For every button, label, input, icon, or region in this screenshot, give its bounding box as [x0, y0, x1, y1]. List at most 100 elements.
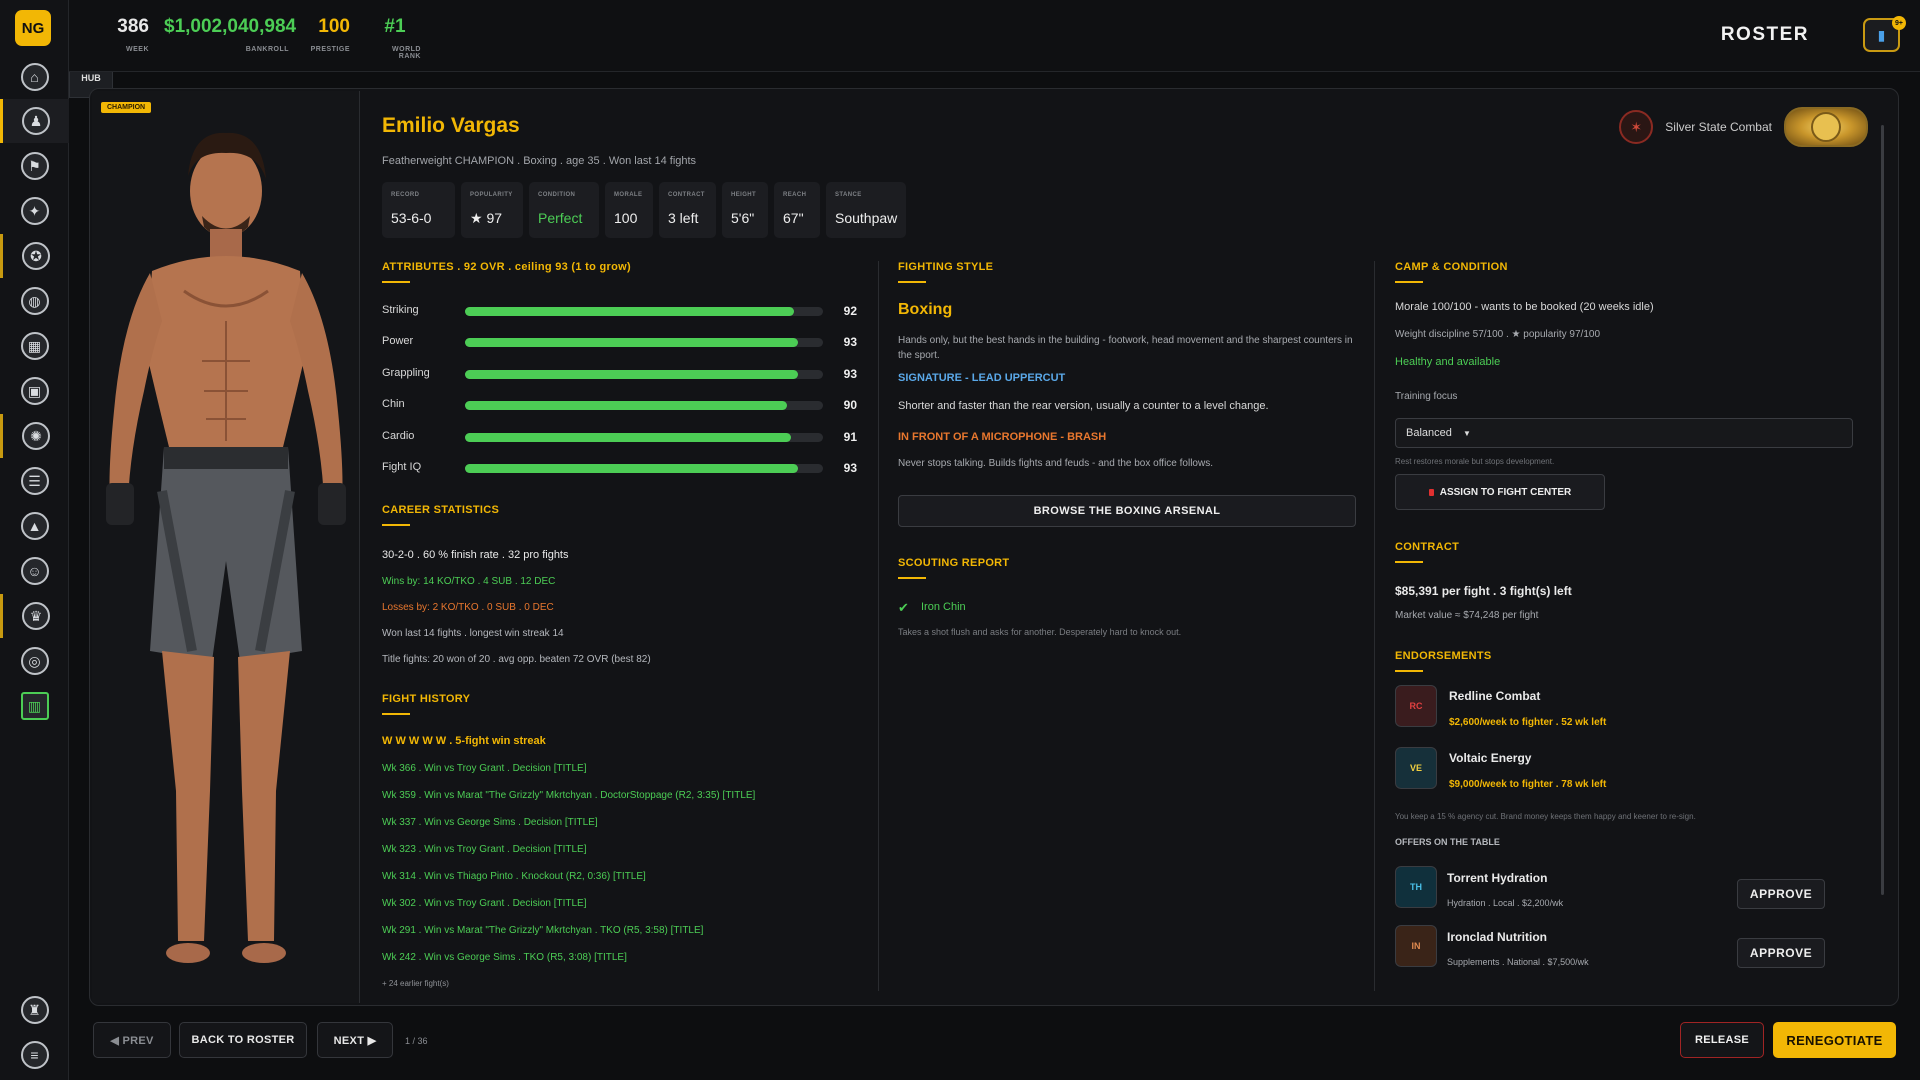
sidebar-item-staff[interactable]: ☺: [0, 549, 69, 593]
sidebar: NG ⌂ ♟ ⚑ ✦ ✪ ◍ ▦ ▣ ✺ ☰ ▲ ☺ ♛ ◎ ▥ ♜ ≡: [0, 0, 69, 1080]
popularity-badge: POPULARITY ★ 97: [461, 182, 523, 238]
media-icon: ▣: [20, 377, 49, 405]
stats-icon: ▲: [20, 512, 49, 540]
fight-history-item[interactable]: Wk 323 . Win vs Troy Grant . Decision [T…: [382, 844, 587, 855]
sidebar-item-facilities[interactable]: ▦: [0, 324, 69, 368]
ironclad-nutrition-logo: IN: [1395, 925, 1437, 967]
history-summary: W W W W W . 5-fight win streak: [382, 735, 546, 747]
endorsement-terms: $9,000/week to fighter . 78 wk left: [1449, 779, 1607, 790]
fighter-icon: ✦: [20, 197, 49, 225]
prev-button[interactable]: ◀ PREV: [93, 1022, 171, 1058]
sidebar-item-media[interactable]: ▣: [0, 369, 69, 413]
career-titles: Title fights: 20 won of 20 . avg opp. be…: [382, 654, 651, 665]
fighter-subtitle: Featherweight CHAMPION . Boxing . age 35…: [382, 155, 697, 167]
attr-striking: Striking 92: [382, 304, 857, 318]
signature-desc: Shorter and faster than the rear version…: [898, 400, 1269, 412]
career-summary: 30-2-0 . 60 % finish rate . 32 pro fight…: [382, 549, 569, 561]
renegotiate-button[interactable]: RENEGOTIATE: [1773, 1022, 1896, 1058]
prestige-stat: 100 PRESTIGE: [310, 16, 350, 53]
records-icon: ◎: [20, 647, 49, 675]
contract-market: Market value ≈ $74,248 per fight: [1395, 610, 1539, 621]
menu-icon: ≡: [20, 1041, 49, 1069]
attr-power: Power 93: [382, 335, 857, 349]
offer-name: Torrent Hydration: [1447, 871, 1548, 885]
fight-history-item[interactable]: Wk 242 . Win vs George Sims . TKO (R5, 3…: [382, 952, 627, 963]
next-button[interactable]: NEXT ▶: [317, 1022, 393, 1058]
sidebar-item-menu[interactable]: ≡: [0, 1033, 69, 1077]
attr-grappling: Grappling 93: [382, 367, 857, 381]
approve-offer-button[interactable]: APPROVE: [1737, 938, 1825, 968]
fight-history-item[interactable]: Wk 291 . Win vs Marat "The Grizzly" Mkrt…: [382, 925, 703, 936]
offer-name: Ironclad Nutrition: [1447, 930, 1547, 944]
career-section: CAREER STATISTICS: [382, 504, 499, 526]
back-to-roster-button[interactable]: BACK TO ROSTER: [179, 1022, 307, 1058]
approve-offer-button[interactable]: APPROVE: [1737, 879, 1825, 909]
app-logo[interactable]: NG: [15, 10, 51, 46]
offer-terms: Supplements . National . $7,500/wk: [1447, 957, 1589, 967]
agency-note: You keep a 15 % agency cut. Brand money …: [1395, 812, 1696, 821]
bankroll-stat: $1,002,040,984 BANKROLL: [164, 16, 297, 53]
sidebar-item-analytics[interactable]: ▥: [0, 684, 69, 728]
record-badge: RECORD 53-6-0: [382, 182, 455, 238]
sidebar-item-gym[interactable]: ⚑: [0, 144, 69, 188]
sidebar-item-office[interactable]: ♜: [0, 988, 69, 1032]
check-icon: ✔: [898, 600, 909, 615]
training-label: Training focus: [1395, 391, 1458, 402]
top-bar: 386 WEEK $1,002,040,984 BANKROLL 100 PRE…: [69, 0, 1920, 72]
trait-title: IN FRONT OF A MICROPHONE - BRASH: [898, 431, 1107, 443]
camp-morale: Morale 100/100 - wants to be booked (20 …: [1395, 301, 1654, 313]
gym-icon: ⚑: [20, 152, 49, 180]
sidebar-item-roster[interactable]: ♟: [0, 99, 69, 143]
fighter-card: CHAMPION Emilio Vargas Featherweight CHA…: [89, 88, 1899, 1006]
redline-combat-logo: RC: [1395, 685, 1437, 727]
scouting-section: SCOUTING REPORT: [898, 557, 1009, 579]
attr-fight-iq: Fight IQ 93: [382, 461, 857, 475]
career-losses: Losses by: 2 KO/TKO . 0 SUB . 0 DEC: [382, 602, 554, 613]
sidebar-item-rankings[interactable]: ☰: [0, 459, 69, 503]
dropdown-caret-icon: ▼: [1462, 429, 1471, 438]
signature-title: SIGNATURE - LEAD UPPERCUT: [898, 372, 1066, 384]
assign-fight-center-button[interactable]: ASSIGN TO FIGHT CENTER: [1395, 474, 1605, 510]
staff-icon: ☺: [20, 557, 49, 585]
offers-title: OFFERS ON THE TABLE: [1395, 837, 1500, 847]
camp-health: Healthy and available: [1395, 356, 1501, 368]
training-focus-select[interactable]: Balanced ▼: [1395, 418, 1853, 448]
roster-icon: ▮: [1877, 26, 1886, 43]
column-divider: [878, 261, 879, 991]
scouting-trait: Iron Chin: [921, 601, 966, 613]
torrent-hydration-logo: TH: [1395, 866, 1437, 908]
sidebar-item-records[interactable]: ◎: [0, 639, 69, 683]
fighter-name: Emilio Vargas: [382, 114, 520, 137]
world-rank-stat: #1 WORLD RANK: [384, 16, 421, 60]
condition-badge: CONDITION Perfect: [529, 182, 599, 238]
attr-chin: Chin 90: [382, 398, 857, 412]
fight-history-item[interactable]: Wk 302 . Win vs Troy Grant . Decision [T…: [382, 898, 587, 909]
sidebar-item-events[interactable]: ✪: [0, 234, 69, 278]
sidebar-item-trophies[interactable]: ♛: [0, 594, 69, 638]
history-more: + 24 earlier fight(s): [382, 979, 449, 988]
org-logo-icon: ✶: [1619, 110, 1654, 144]
sidebar-item-sponsors[interactable]: ✺: [0, 414, 69, 458]
sidebar-item-world[interactable]: ◍: [0, 279, 69, 323]
fight-history-item[interactable]: Wk 366 . Win vs Troy Grant . Decision [T…: [382, 763, 587, 774]
organization: ✶ Silver State Combat: [1619, 107, 1868, 147]
browse-arsenal-button[interactable]: BROWSE THE BOXING ARSENAL: [898, 495, 1356, 527]
fight-history-item[interactable]: Wk 314 . Win vs Thiago Pinto . Knockout …: [382, 871, 646, 882]
stat-badges: RECORD 53-6-0 POPULARITY ★ 97 CONDITION Per…: [382, 182, 906, 238]
org-name: Silver State Combat: [1665, 120, 1772, 134]
camp-title: CAMP & CONDITION: [1395, 261, 1508, 273]
scrollbar[interactable]: [1881, 125, 1884, 895]
fight-history-item[interactable]: Wk 359 . Win vs Marat "The Grizzly" Mkrt…: [382, 790, 755, 801]
events-icon: ✪: [22, 242, 50, 270]
style-title: FIGHTING STYLE: [898, 261, 994, 273]
fight-history-item[interactable]: Wk 337 . Win vs George Sims . Decision […: [382, 817, 598, 828]
career-streak: Won last 14 fights . longest win streak …: [382, 628, 564, 639]
sidebar-item-stats[interactable]: ▲: [0, 504, 69, 548]
style-column: FIGHTING STYLE Boxing Hands only, but th…: [898, 261, 1358, 991]
release-button[interactable]: RELEASE: [1680, 1022, 1764, 1058]
sidebar-item-fighters[interactable]: ✦: [0, 189, 69, 233]
sidebar-item-hub[interactable]: ⌂: [0, 55, 69, 99]
sponsor-icon: ✺: [22, 422, 50, 450]
hub-icon: ⌂: [20, 63, 49, 91]
page-title: ROSTER: [1720, 24, 1809, 45]
